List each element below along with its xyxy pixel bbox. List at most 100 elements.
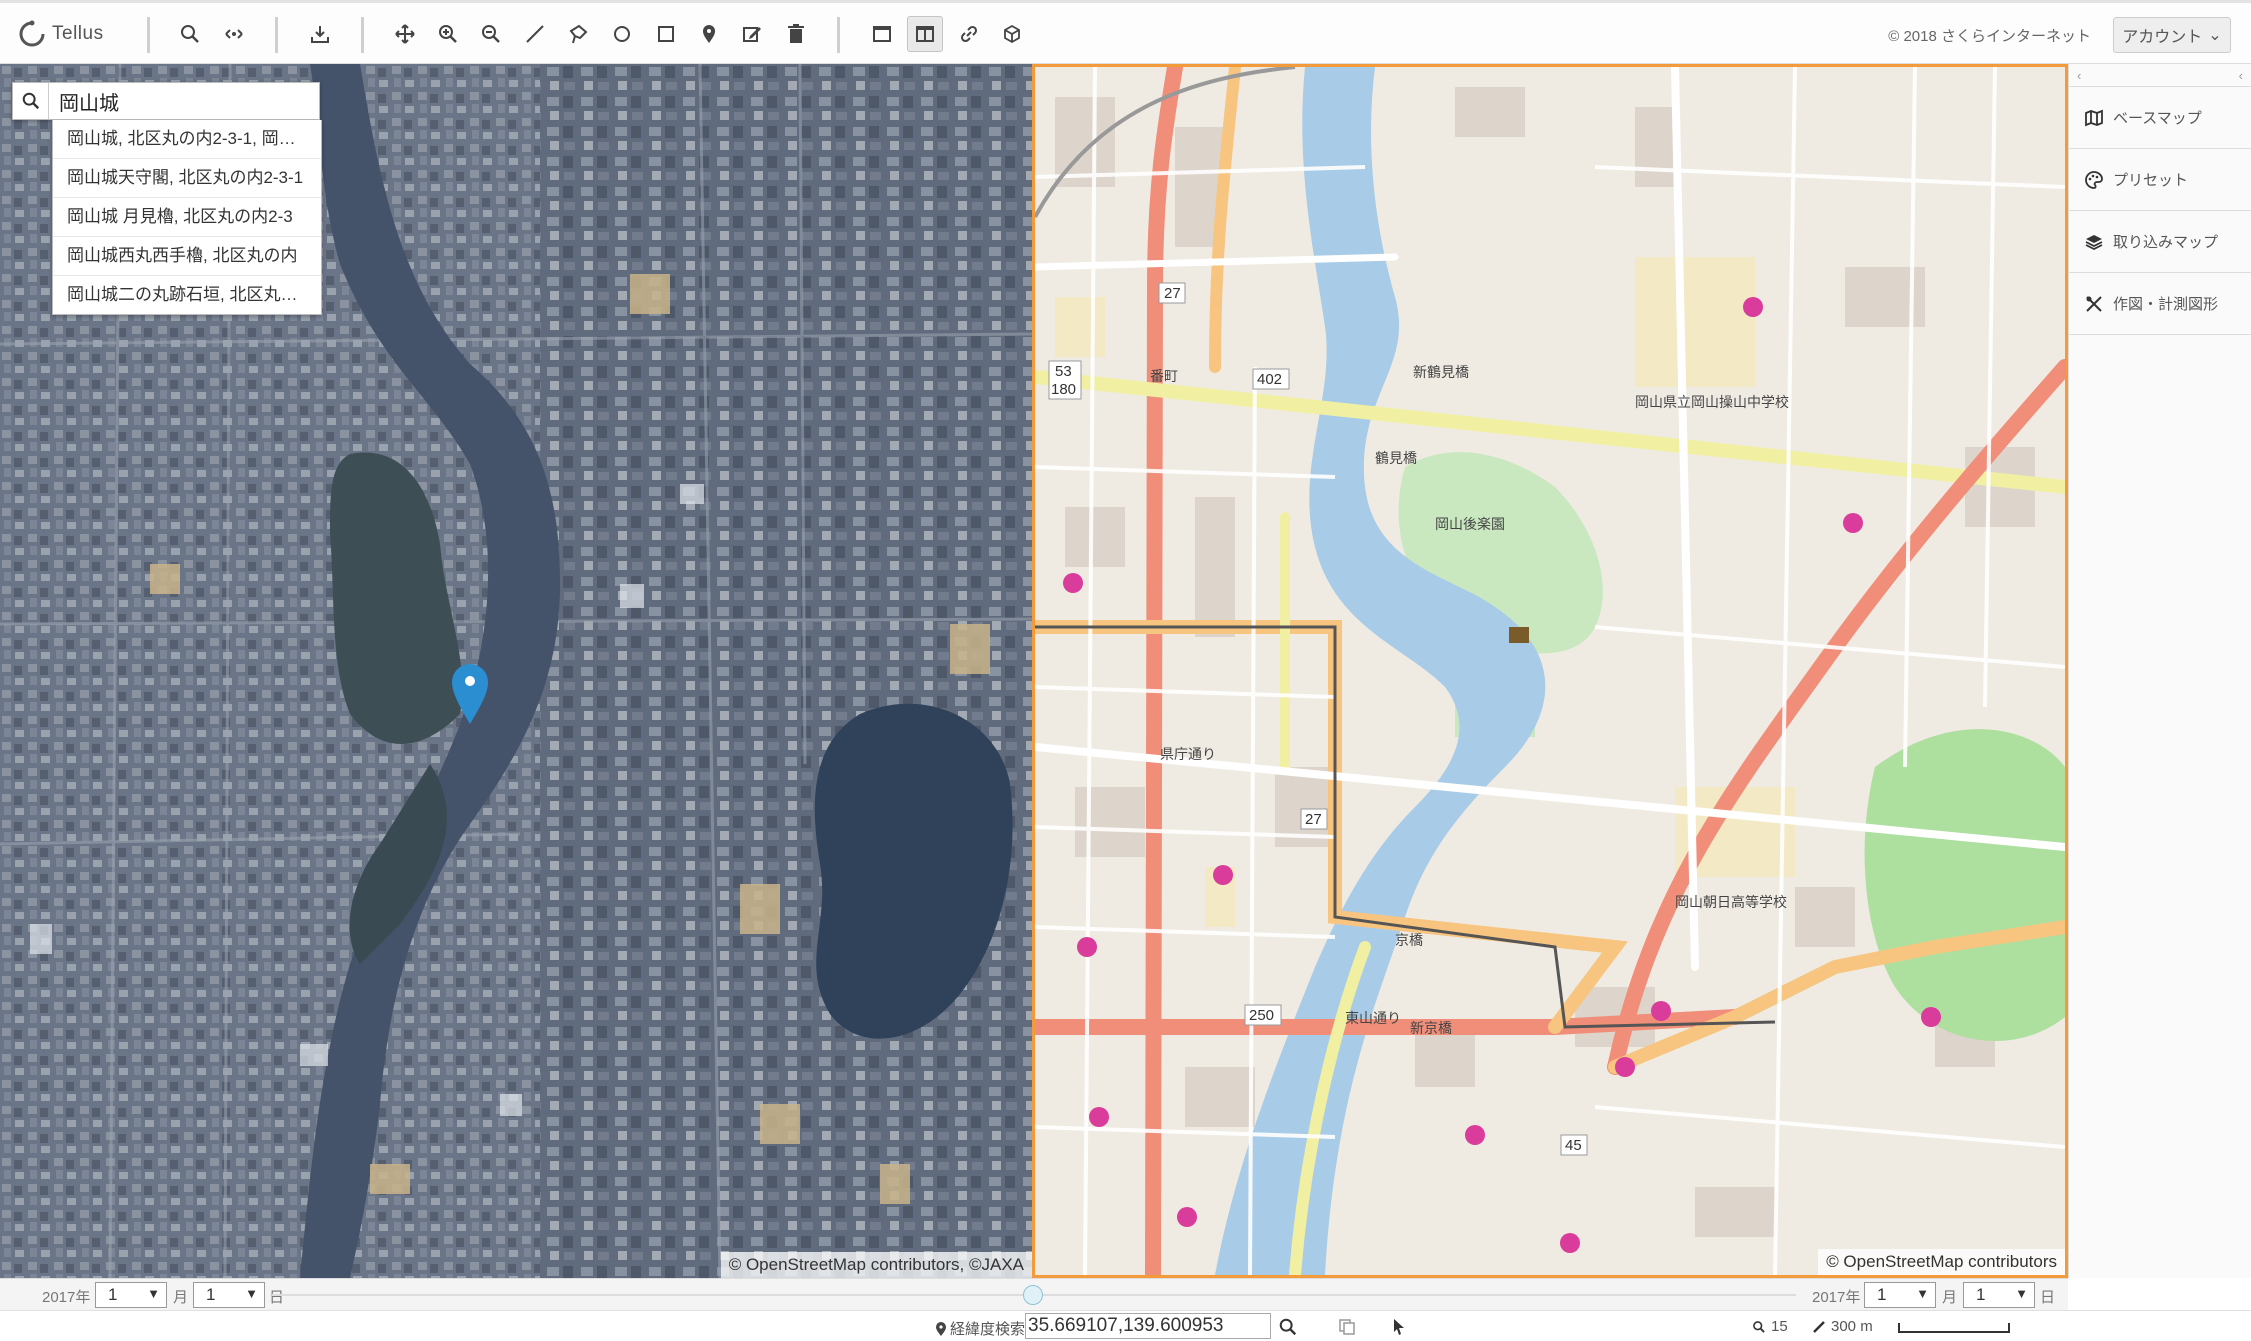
sidebar-item-label: 作図・計測図形	[2113, 296, 2219, 313]
palette-icon	[2085, 170, 2103, 189]
satellite-attribution: © OpenStreetMap contributors, ©JAXA	[720, 1252, 1032, 1278]
search-submit-button[interactable]	[13, 83, 49, 119]
link-view-button[interactable]	[951, 16, 987, 52]
zoom-icon	[1753, 1320, 1765, 1333]
link-icon	[960, 25, 978, 43]
right-month-select[interactable]: 1 ▼	[1864, 1282, 1936, 1308]
sidebar-toggle[interactable]: ‹ ‹	[2069, 64, 2251, 87]
right-day-value: 1	[1976, 1285, 1986, 1304]
sidebar-item-drawing-tools[interactable]: 作図・計測図形	[2069, 273, 2251, 335]
right-day-unit: 日	[2040, 1289, 2056, 1306]
app-logo[interactable]: Tellus	[18, 16, 104, 52]
copy-coords-button[interactable]	[1336, 1316, 1358, 1338]
3d-view-button[interactable]	[994, 16, 1030, 52]
draw-circle-button[interactable]	[604, 16, 640, 52]
zoom-out-icon	[482, 25, 500, 43]
main-toolbar: Tellus © 2018 さくらインターネット アカウント ⌄	[0, 0, 2251, 64]
place-label: 番町	[1150, 368, 1178, 384]
osm-attribution: © OpenStreetMap contributors	[1818, 1249, 2065, 1275]
timeline-slider-handle[interactable]	[1023, 1285, 1043, 1305]
line-icon	[526, 25, 544, 43]
sidebar-item-label: ベースマップ	[2113, 110, 2202, 127]
toolbar-divider	[275, 17, 278, 53]
rectangle-icon	[658, 26, 674, 42]
circle-icon	[614, 26, 630, 42]
route-45-label: 45	[1565, 1137, 1582, 1154]
suggestion-item[interactable]: 岡山城天守閣, 北区丸の内2-3-1	[53, 159, 321, 198]
right-sidebar: ‹ ‹ ベースマップ プリセット 取り込みマップ 作図・計測図形	[2068, 64, 2251, 1278]
edit-button[interactable]	[734, 16, 770, 52]
suggestion-item[interactable]: 岡山城, 北区丸の内2-3-1, 岡山市	[53, 120, 321, 159]
street-map-pane[interactable]: 27 402 53 180 250 45 27 番町 新鶴見橋 鶴見橋 岡山後楽…	[1032, 64, 2068, 1278]
search-icon	[22, 92, 39, 110]
place-label: 岡山後楽園	[1435, 516, 1505, 532]
draw-polygon-button[interactable]	[560, 16, 596, 52]
suggestion-item[interactable]: 岡山城 月見櫓, 北区丸の内2-3	[53, 198, 321, 237]
right-month-unit: 月	[1942, 1289, 1958, 1306]
search-tool-button[interactable]	[172, 16, 208, 52]
coord-search-input[interactable]	[1025, 1313, 1271, 1339]
single-view-button[interactable]	[864, 16, 900, 52]
search-input[interactable]	[49, 83, 319, 119]
sidebar-item-basemap[interactable]: ベースマップ	[2069, 87, 2251, 149]
zoom-readout: 15	[1752, 1318, 1788, 1335]
marker-icon	[703, 25, 715, 43]
place-search: 岡山城, 北区丸の内2-3-1, 岡山市 岡山城天守閣, 北区丸の内2-3-1 …	[12, 82, 322, 315]
search-icon	[181, 25, 199, 43]
pin-icon	[936, 1321, 946, 1336]
left-month-select[interactable]: 1 ▼	[95, 1282, 167, 1308]
coord-search-button[interactable]	[1277, 1316, 1299, 1338]
account-button[interactable]: アカウント ⌄	[2113, 17, 2231, 53]
place-label: 京橋	[1395, 932, 1423, 948]
draw-rectangle-button[interactable]	[648, 16, 684, 52]
download-icon	[311, 26, 329, 43]
app-name: Tellus	[52, 23, 104, 44]
route-180-label: 180	[1051, 381, 1076, 398]
ruler-icon	[1813, 1320, 1825, 1333]
place-label: 新鶴見橋	[1413, 364, 1469, 380]
street-map: 27 402 53 180 250 45 27 番町 新鶴見橋 鶴見橋 岡山後楽…	[1035, 67, 2065, 1275]
toolbar-divider	[361, 17, 364, 53]
pan-icon	[395, 24, 415, 44]
chevron-down-icon: ⌄	[2208, 27, 2222, 44]
right-day-select[interactable]: 1 ▼	[1963, 1282, 2035, 1308]
zoom-out-button[interactable]	[473, 16, 509, 52]
route-250-label: 250	[1249, 1007, 1274, 1024]
search-bar	[12, 82, 320, 120]
draw-line-button[interactable]	[517, 16, 553, 52]
pan-tool-button[interactable]	[387, 16, 423, 52]
place-label: 鶴見橋	[1375, 450, 1417, 466]
download-button[interactable]	[302, 16, 338, 52]
swap-tool-button[interactable]	[216, 16, 252, 52]
suggestion-item[interactable]: 岡山城西丸西手櫓, 北区丸の内	[53, 237, 321, 276]
pointer-mode-button[interactable]	[1388, 1316, 1410, 1338]
sidebar-item-imported-map[interactable]: 取り込みマップ	[2069, 211, 2251, 273]
left-day-value: 1	[206, 1285, 216, 1304]
coord-search-label: 経緯度検索	[935, 1318, 1025, 1339]
place-label: 新京橋	[1410, 1020, 1452, 1036]
suggestion-item[interactable]: 岡山城二の丸跡石垣, 北区丸の内	[53, 276, 321, 314]
search-suggestions: 岡山城, 北区丸の内2-3-1, 岡山市 岡山城天守閣, 北区丸の内2-3-1 …	[52, 120, 322, 315]
caret-down-icon: ▼	[1916, 1286, 1929, 1301]
delete-icon	[788, 24, 804, 43]
route-53-label: 53	[1055, 363, 1072, 380]
toolbar-divider	[837, 17, 840, 53]
route-402-label: 402	[1257, 371, 1282, 388]
place-label: 岡山県立岡山操山中学校	[1635, 394, 1789, 410]
status-bar: 経緯度検索 15 300 m	[0, 1310, 2251, 1341]
date-timeline: 2017年 1 ▼ 月 1 ▼ 日 2017年 1 ▼ 月 1 ▼ 日	[0, 1278, 2068, 1310]
delete-button[interactable]	[778, 16, 814, 52]
left-day-select[interactable]: 1 ▼	[193, 1282, 265, 1308]
right-month-value: 1	[1877, 1285, 1887, 1304]
chevron-left-icon: ‹	[2077, 67, 2082, 83]
split-view-button[interactable]	[907, 16, 943, 52]
tools-icon	[2086, 295, 2102, 312]
draw-marker-button[interactable]	[691, 16, 727, 52]
sidebar-item-preset[interactable]: プリセット	[2069, 149, 2251, 211]
scale-value: 300 m	[1831, 1318, 1873, 1335]
account-label: アカウント	[2122, 29, 2203, 46]
zoom-in-button[interactable]	[430, 16, 466, 52]
polygon-icon	[569, 24, 588, 44]
zoom-in-icon	[439, 25, 457, 43]
place-label: 岡山朝日高等学校	[1675, 894, 1787, 910]
